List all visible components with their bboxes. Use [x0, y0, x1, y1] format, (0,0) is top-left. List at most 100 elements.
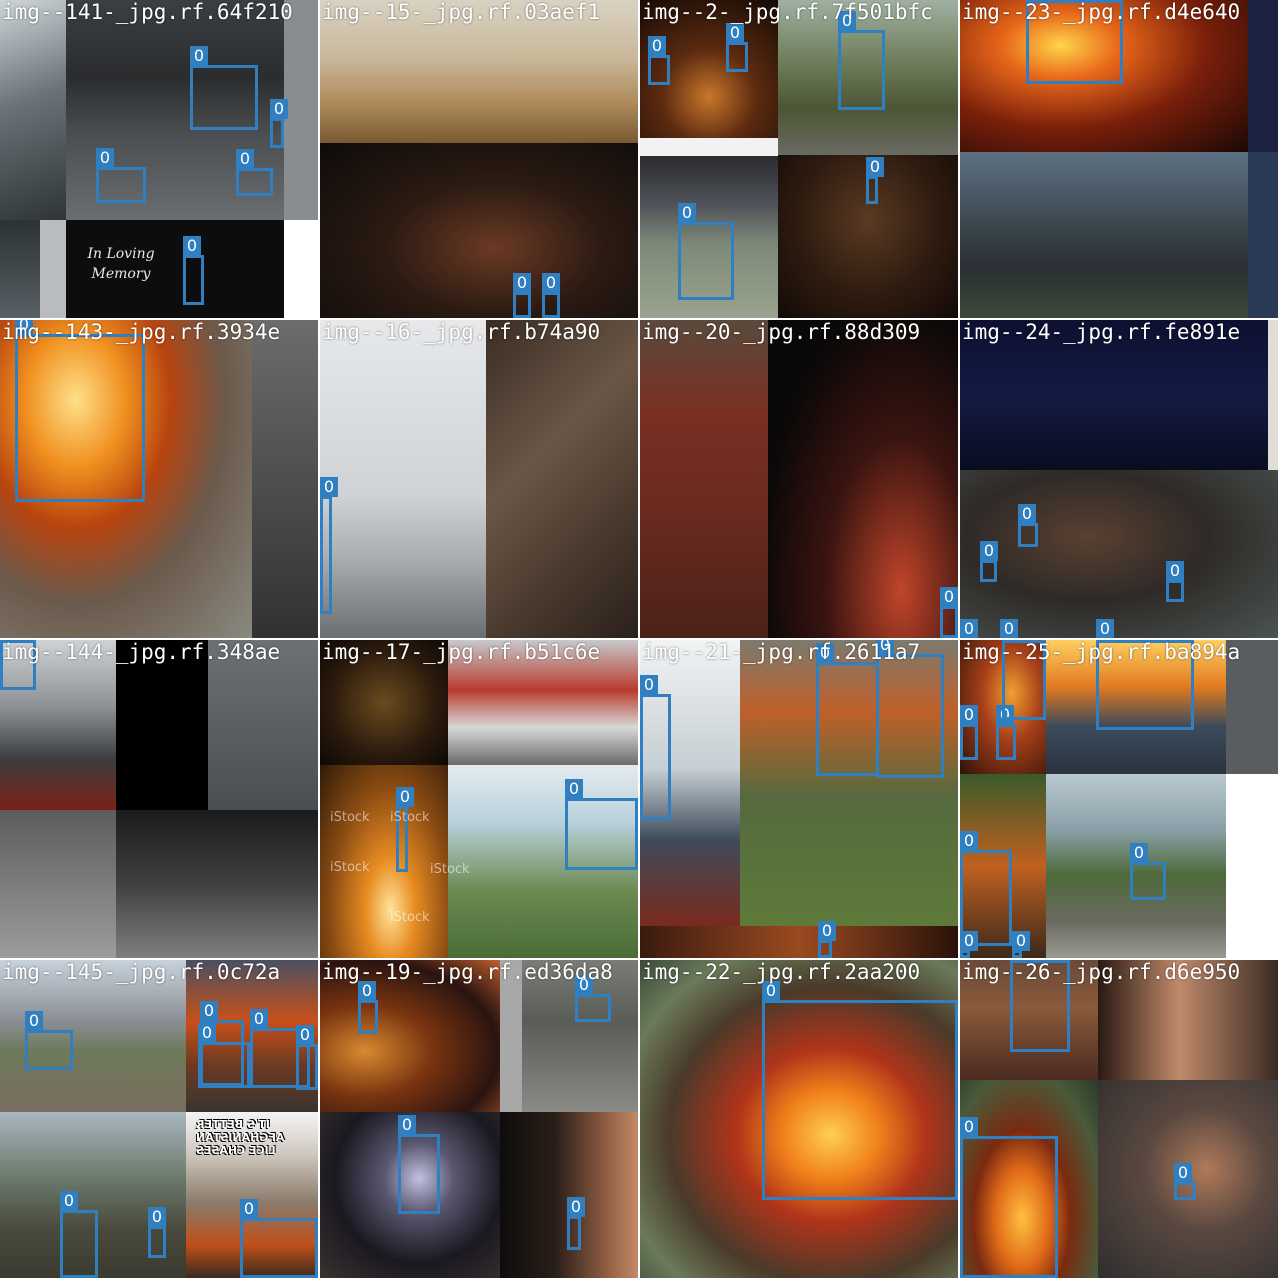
image-crop [640, 926, 958, 958]
detection-class-label: 0 [648, 36, 666, 56]
image-crop [0, 0, 66, 220]
tile-filename: img--26-_jpg.rf.d6e950 [962, 960, 1241, 984]
detection-class-label: 0 [960, 705, 978, 725]
detection-box: 0 [940, 587, 958, 638]
tile-filename: img--17-_jpg.rf.b51c6e [322, 640, 601, 664]
detection-box: 0 [60, 1191, 98, 1278]
detection-box: 0 [640, 675, 671, 820]
image-crop [1248, 0, 1278, 152]
detection-box: 0 [816, 643, 879, 776]
detection-box: 0 [296, 1025, 318, 1090]
image-crop [640, 320, 768, 638]
tile-filename: img--2-_jpg.rf.7f501bfc [642, 0, 933, 24]
detection-class-label: 0 [148, 1207, 166, 1227]
detection-box: 0 [1018, 504, 1038, 547]
mosaic-tile: 0 img--20-_jpg.rf.88d309 [640, 320, 958, 638]
tile-filename: img--21-_jpg.rf.2611a7 [642, 640, 921, 664]
mosaic-tile: 0 0 0 0 img--21-_jpg.rf.2611a7 [640, 640, 958, 958]
detection-box: 0 [960, 931, 978, 958]
detection-class-label: 0 [542, 273, 560, 293]
image-crop [960, 152, 1248, 318]
detection-box: 0 [15, 320, 145, 502]
detection-class-label: 0 [1166, 561, 1184, 581]
detection-class-label: 0 [565, 779, 583, 799]
detection-class-label: 0 [640, 675, 658, 695]
image-crop [320, 143, 638, 318]
tile-filename: img--143-_jpg.rf.3934e [2, 320, 281, 344]
detection-box: 0 [648, 36, 670, 85]
detection-box: 0 [960, 1117, 1058, 1278]
detection-class-label: 0 [866, 157, 884, 177]
detection-box: 0 [398, 1115, 440, 1214]
mosaic-tile: 0 img--143-_jpg.rf.3934e [0, 320, 318, 638]
mosaic-tile: 0 0 0 0 0 0 img--24-_jpg.rf.fe891e [960, 320, 1278, 638]
image-crop [960, 470, 1278, 638]
detection-class-label: 0 [270, 99, 288, 119]
image-crop [768, 320, 958, 638]
detection-box: 0 [575, 975, 611, 1022]
stock-watermark: iStock [390, 910, 430, 925]
image-crop [486, 320, 638, 638]
detection-class-label: 0 [1000, 619, 1018, 638]
detection-class-label: 0 [960, 931, 978, 951]
detection-class-label: 0 [396, 787, 414, 807]
detection-box: 0 [1130, 843, 1166, 900]
detection-class-label: 0 [200, 1001, 218, 1021]
image-crop [500, 1112, 638, 1278]
mosaic-tile: 0 0 0 0 0 0 0 0 IT'S BETTER AFGHANISTAN LICE CHA… [0, 960, 318, 1278]
tile-filename: img--23-_jpg.rf.d4e640 [962, 0, 1241, 24]
tile-filename: img--145-_jpg.rf.0c72a [2, 960, 281, 984]
tile-filename: img--144-_jpg.rf.348ae [2, 640, 281, 664]
detection-box: 0 [183, 236, 204, 305]
image-crop [320, 320, 486, 638]
image-crop [0, 220, 40, 318]
detection-box: 0 [1012, 931, 1030, 958]
detection-class-label: 0 [60, 1191, 78, 1211]
detection-box: 0 [960, 705, 978, 760]
detection-class-label: 0 [96, 148, 114, 168]
detection-class-label: 0 [198, 1023, 216, 1043]
mosaic-tile: 0 0 iStock iStock iStock iStock iStock img--17-… [320, 640, 638, 958]
detection-box: 0 [198, 1023, 250, 1088]
tile-filename: img--20-_jpg.rf.88d309 [642, 320, 921, 344]
image-crop [0, 810, 116, 958]
tile-filename: img--15-_jpg.rf.03aef1 [322, 0, 601, 24]
detection-class-label: 0 [1018, 504, 1036, 524]
detection-class-label: 0 [1174, 1163, 1192, 1183]
mosaic-tile: 0 0 img--15-_jpg.rf.03aef1 [320, 0, 638, 318]
tile-filename: img--22-_jpg.rf.2aa200 [642, 960, 921, 984]
detection-box: 0 [190, 46, 258, 130]
detection-class-label: 0 [183, 236, 201, 256]
tile-filename: img--25-_jpg.rf.ba894a [962, 640, 1241, 664]
image-crop [40, 220, 66, 318]
detection-box: 0 [320, 477, 338, 614]
detection-class-label: 0 [567, 1197, 585, 1217]
tile-filename: img--19-_jpg.rf.ed36da8 [322, 960, 613, 984]
detection-box: 0 [996, 705, 1016, 760]
tile-filename: img--16-_jpg.rf.b74a90 [322, 320, 601, 344]
detection-class-label: 0 [250, 1009, 268, 1029]
tile-filename: img--141-_jpg.rf.64f210 [2, 0, 293, 24]
detection-class-label: 0 [398, 1115, 416, 1135]
detection-class-label: 0 [940, 587, 958, 607]
mosaic-tile: 0 img--22-_jpg.rf.2aa200 [640, 960, 958, 1278]
detection-box: 0 [513, 273, 531, 318]
stock-watermark: iStock [330, 810, 370, 825]
detection-class-label: 0 [1096, 619, 1114, 638]
detection-class-label: 0 [980, 541, 998, 561]
image-crop [116, 810, 318, 958]
detection-box: 0 [236, 149, 273, 196]
mosaic-tile: 0img--144-_jpg.rf.348ae [0, 640, 318, 958]
mosaic-tile: 0 0 0 0 img--19-_jpg.rf.ed36da8 [320, 960, 638, 1278]
detection-box: 0 [876, 640, 944, 778]
detection-mosaic-grid: 0 0 0 0 0 In Loving Memory img--141-_jpg.rf.64… [0, 0, 1280, 1280]
detection-box: 0 [1174, 1163, 1196, 1200]
stock-watermark: iStock [430, 862, 470, 877]
mirrored-meme-text: IT'S BETTER AFGHANISTAN LICE CHASES [196, 1118, 285, 1157]
detection-class-label: 0 [240, 1199, 258, 1219]
image-crop [284, 0, 318, 220]
detection-box: 0 [96, 148, 146, 203]
detection-box: 0 [762, 981, 958, 1200]
stock-watermark: iStock [330, 860, 370, 875]
detection-box: 0 [678, 203, 734, 300]
